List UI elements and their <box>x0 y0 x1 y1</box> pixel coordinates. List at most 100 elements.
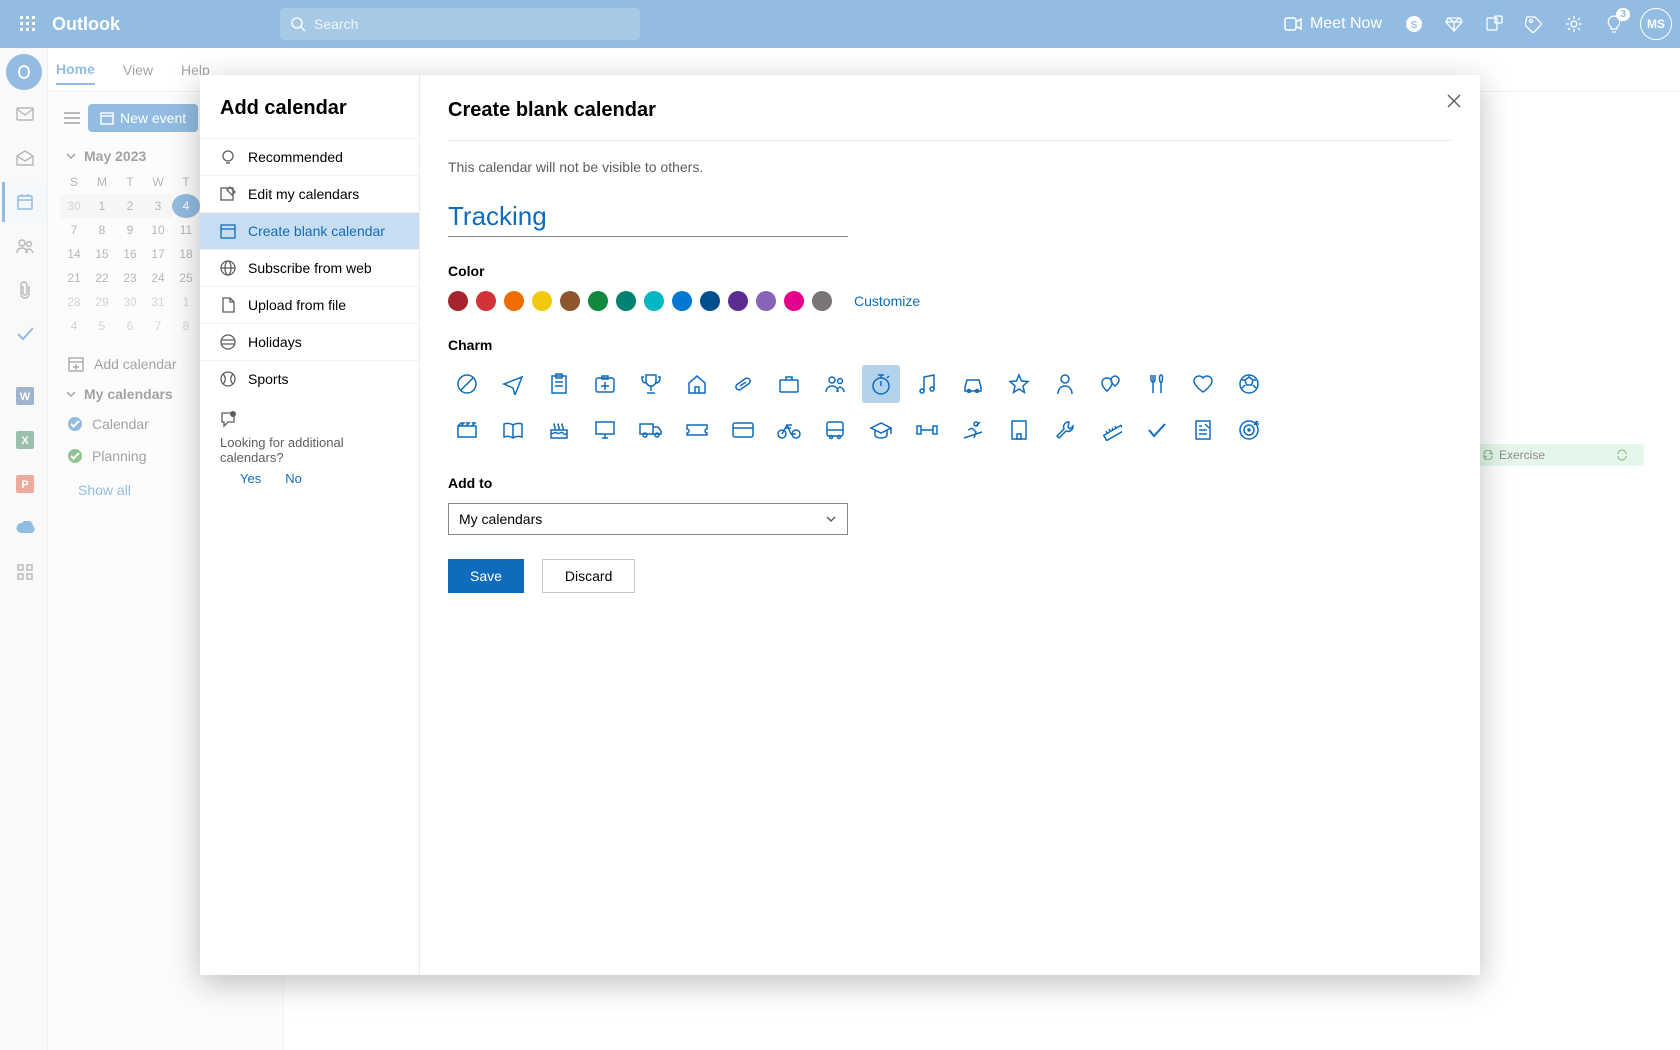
color-swatch[interactable] <box>560 291 580 311</box>
feedback-yes[interactable]: Yes <box>240 471 261 486</box>
charm-movie[interactable] <box>448 411 486 449</box>
dialog-menu-upload[interactable]: Upload from file <box>200 286 419 323</box>
discard-button[interactable]: Discard <box>542 559 635 593</box>
monitor-icon <box>594 420 616 440</box>
soccer-icon <box>1238 373 1260 395</box>
add-to-dropdown[interactable]: My calendars <box>448 503 848 535</box>
ball-icon <box>220 371 236 387</box>
bus-icon <box>825 420 845 440</box>
charm-hearts[interactable] <box>1092 365 1130 403</box>
charm-people[interactable] <box>816 365 854 403</box>
charm-truck[interactable] <box>632 411 670 449</box>
hearts-icon <box>1100 374 1122 394</box>
charm-trophy[interactable] <box>632 365 670 403</box>
color-swatch[interactable] <box>532 291 552 311</box>
charm-briefcase[interactable] <box>770 365 808 403</box>
charm-star[interactable] <box>1000 365 1038 403</box>
color-swatch[interactable] <box>700 291 720 311</box>
star-icon <box>1008 373 1030 395</box>
dialog-main: Create blank calendar This calendar will… <box>420 75 1480 975</box>
charm-notes[interactable] <box>1184 411 1222 449</box>
charm-dumbbell[interactable] <box>908 411 946 449</box>
color-swatch[interactable] <box>672 291 692 311</box>
charm-home[interactable] <box>678 365 716 403</box>
charm-wrench[interactable] <box>1046 411 1084 449</box>
color-swatch[interactable] <box>476 291 496 311</box>
charm-airplane[interactable] <box>494 365 532 403</box>
home-icon <box>686 374 708 394</box>
feedback-no[interactable]: No <box>285 471 302 486</box>
chevron-down-icon <box>825 513 837 525</box>
color-swatch[interactable] <box>588 291 608 311</box>
charm-bike[interactable] <box>770 411 808 449</box>
charm-ruler[interactable] <box>1092 411 1130 449</box>
ticket-icon <box>685 423 709 437</box>
dialog-menu-recommended[interactable]: Recommended <box>200 138 419 175</box>
charm-target[interactable] <box>1230 411 1268 449</box>
charm-soccer[interactable] <box>1230 365 1268 403</box>
wrench-icon <box>1054 419 1076 441</box>
dialog-title: Add calendar <box>200 97 419 138</box>
charm-cake[interactable] <box>540 411 578 449</box>
calendar-name-input[interactable] <box>448 197 848 237</box>
customize-link[interactable]: Customize <box>854 293 920 309</box>
color-swatch[interactable] <box>728 291 748 311</box>
charm-grid <box>448 365 1268 449</box>
color-swatch[interactable] <box>448 291 468 311</box>
person-icon <box>1056 373 1074 395</box>
dialog-menu-holidays[interactable]: Holidays <box>200 323 419 360</box>
charm-person[interactable] <box>1046 365 1084 403</box>
car-icon <box>962 375 984 393</box>
globe-icon <box>220 334 236 350</box>
none-icon <box>456 373 478 395</box>
save-button[interactable]: Save <box>448 559 524 593</box>
charm-stopwatch[interactable] <box>862 365 900 403</box>
trophy-icon <box>641 373 661 395</box>
dialog-menu-subscribe[interactable]: Subscribe from web <box>200 249 419 286</box>
music-icon <box>917 373 937 395</box>
color-swatch[interactable] <box>784 291 804 311</box>
check-icon <box>1146 421 1168 439</box>
charm-none[interactable] <box>448 365 486 403</box>
dialog-menu-sports[interactable]: Sports <box>200 360 419 397</box>
dialog-menu-create[interactable]: Create blank calendar <box>200 212 419 249</box>
charm-graduation[interactable] <box>862 411 900 449</box>
add-to-label: Add to <box>448 475 1452 491</box>
color-swatch[interactable] <box>644 291 664 311</box>
truck-icon <box>639 422 663 438</box>
charm-pill[interactable] <box>724 365 762 403</box>
color-swatch[interactable] <box>812 291 832 311</box>
charm-clipboard[interactable] <box>540 365 578 403</box>
bike-icon <box>777 421 801 439</box>
color-swatch[interactable] <box>756 291 776 311</box>
color-swatches: Customize <box>448 291 1452 311</box>
charm-ticket[interactable] <box>678 411 716 449</box>
charm-food[interactable] <box>1138 365 1176 403</box>
charm-bus[interactable] <box>816 411 854 449</box>
card-icon <box>732 422 754 438</box>
close-icon <box>1446 93 1462 109</box>
charm-card[interactable] <box>724 411 762 449</box>
bulb-icon <box>220 149 236 165</box>
charm-firstaid[interactable] <box>586 365 624 403</box>
close-button[interactable] <box>1446 93 1462 109</box>
color-label: Color <box>448 263 1452 279</box>
food-icon <box>1148 373 1166 395</box>
ruler-icon <box>1100 419 1122 441</box>
dialog-heading: Create blank calendar <box>448 99 1452 122</box>
color-swatch[interactable] <box>504 291 524 311</box>
charm-heart[interactable] <box>1184 365 1222 403</box>
charm-check[interactable] <box>1138 411 1176 449</box>
charm-ski[interactable] <box>954 411 992 449</box>
color-swatch[interactable] <box>616 291 636 311</box>
dialog-sidebar: Add calendar Recommended Edit my calenda… <box>200 75 420 975</box>
charm-monitor[interactable] <box>586 411 624 449</box>
charm-music[interactable] <box>908 365 946 403</box>
charm-book[interactable] <box>494 411 532 449</box>
dialog-menu-edit[interactable]: Edit my calendars <box>200 175 419 212</box>
charm-car[interactable] <box>954 365 992 403</box>
briefcase-icon <box>778 374 800 394</box>
clipboard-icon <box>549 373 569 395</box>
charm-building[interactable] <box>1000 411 1038 449</box>
feedback-icon <box>220 411 238 429</box>
